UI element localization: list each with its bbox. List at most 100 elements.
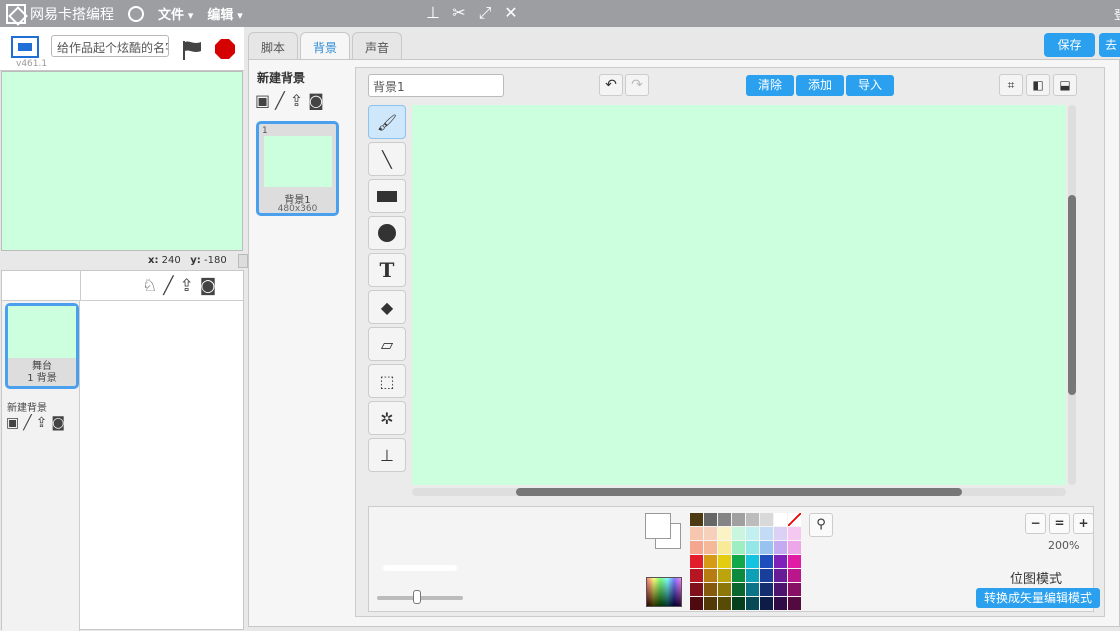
ellipse-icon[interactable] [368,216,406,250]
backdrop-name-input[interactable]: 背景1 [368,74,504,97]
palette-swatch[interactable] [788,569,801,582]
palette-swatch[interactable] [788,583,801,596]
shrink-icon[interactable]: ✕ [502,3,520,23]
palette-swatch[interactable] [760,597,773,610]
fill-icon[interactable]: ◆ [368,290,406,324]
palette-swatch[interactable] [732,527,745,540]
add-button[interactable]: 添加 [796,75,845,96]
palette-swatch[interactable] [746,541,759,554]
palette-swatch[interactable] [718,597,731,610]
camera-sprite-icon[interactable]: ◙ [200,276,217,296]
palette-swatch[interactable] [732,597,745,610]
upload-sprite-icon[interactable]: ⇪ [180,276,194,296]
palette-swatch[interactable] [746,527,759,540]
palette-swatch[interactable] [774,527,787,540]
go-button[interactable]: 去 [1099,33,1120,57]
palette-swatch[interactable] [746,569,759,582]
palette-swatch[interactable] [704,597,717,610]
flip-vertical-icon[interactable]: ⬓ [1053,74,1077,96]
palette-swatch[interactable] [704,583,717,596]
palette-swatch[interactable] [704,513,717,526]
zoom-out-icon[interactable]: − [1025,513,1046,534]
tab-scripts[interactable]: 脚本 [248,32,299,60]
palette-swatch[interactable] [718,527,731,540]
palette-swatch[interactable] [732,555,745,568]
flip-horizontal-icon[interactable]: ◧ [1026,74,1050,96]
palette-swatch[interactable] [704,541,717,554]
redo-icon[interactable]: ↷ [625,74,649,96]
stamp-icon[interactable]: ⊥ [368,438,406,472]
palette-swatch[interactable] [718,583,731,596]
upload-icon[interactable]: ⇪ [290,91,303,110]
palette-swatch[interactable] [760,527,773,540]
tab-sounds[interactable]: 声音 [352,32,403,60]
green-flag-icon[interactable] [181,40,203,60]
color-spectrum[interactable] [646,577,682,607]
palette-swatch[interactable] [788,555,801,568]
line-icon[interactable]: ╲ [368,142,406,176]
brush-icon[interactable]: 🖌 [368,105,406,139]
palette-swatch[interactable] [704,527,717,540]
palette-swatch[interactable] [718,555,731,568]
save-button[interactable]: 保存 [1044,33,1095,57]
palette-swatch[interactable] [690,513,703,526]
stamp-tool-icon[interactable]: ⊥ [424,3,442,23]
palette-swatch[interactable] [760,569,773,582]
palette-swatch[interactable] [760,583,773,596]
undo-icon[interactable]: ↶ [599,74,623,96]
sprite-library-icon[interactable]: ♘ [142,276,157,296]
palette-swatch[interactable] [718,541,731,554]
crop-icon[interactable]: ⌗ [999,74,1023,96]
palette-swatch[interactable] [732,569,745,582]
palette-swatch[interactable] [704,569,717,582]
palette-swatch[interactable] [732,583,745,596]
clear-button[interactable]: 清除 [746,75,795,96]
stop-icon[interactable] [215,39,235,59]
paint-icon[interactable]: ╱ [275,91,285,110]
cut-tool-icon[interactable]: ✂ [450,3,468,23]
palette-swatch[interactable] [774,513,787,526]
palette-swatch[interactable] [690,597,703,610]
foreground-color-swatch[interactable] [645,513,671,539]
palette-swatch[interactable] [760,513,773,526]
vertical-scrollbar[interactable] [1068,105,1076,485]
login-link[interactable]: 登 [1114,6,1120,23]
image-library-icon[interactable]: ▣ [6,415,19,431]
project-title-input[interactable]: 给作品起个炫酷的名字吧 [51,35,169,57]
palette-swatch[interactable] [774,583,787,596]
palette-swatch[interactable] [746,583,759,596]
eraser-icon[interactable]: ▱ [368,327,406,361]
globe-icon[interactable] [128,5,144,22]
stage-resize-handle[interactable] [238,254,248,268]
paint-sprite-icon[interactable]: ╱ [163,276,173,296]
select-icon[interactable]: ⬚ [368,364,406,398]
palette-swatch[interactable] [788,527,801,540]
palette-swatch[interactable] [718,569,731,582]
camera-icon[interactable]: ◙ [51,415,65,431]
file-menu[interactable]: 文件 [158,4,193,23]
paint-icon[interactable]: ╱ [23,415,31,431]
palette-swatch[interactable] [690,569,703,582]
palette-swatch[interactable] [774,541,787,554]
stage-canvas[interactable] [1,71,243,251]
palette-swatch[interactable] [732,513,745,526]
zoom-in-icon[interactable]: + [1073,513,1094,534]
backdrop-item[interactable]: 1 背景1 480x360 [256,121,339,216]
brush-width-slider[interactable] [377,590,463,604]
palette-swatch[interactable] [746,597,759,610]
palette-swatch[interactable] [788,513,801,526]
app-logo[interactable]: 网易卡搭编程 [6,3,114,24]
zoom-reset-icon[interactable]: = [1049,513,1070,534]
image-library-icon[interactable]: ▣ [255,91,270,110]
palette-swatch[interactable] [760,555,773,568]
palette-swatch[interactable] [718,513,731,526]
palette-swatch[interactable] [746,555,759,568]
drawing-canvas[interactable] [412,105,1066,485]
text-icon[interactable]: T [368,253,406,287]
import-button[interactable]: 导入 [846,75,895,96]
palette-swatch[interactable] [690,583,703,596]
palette-swatch[interactable] [788,541,801,554]
grow-icon[interactable]: ⤢ [476,3,494,23]
palette-swatch[interactable] [774,555,787,568]
camera-icon[interactable]: ◙ [308,91,324,110]
